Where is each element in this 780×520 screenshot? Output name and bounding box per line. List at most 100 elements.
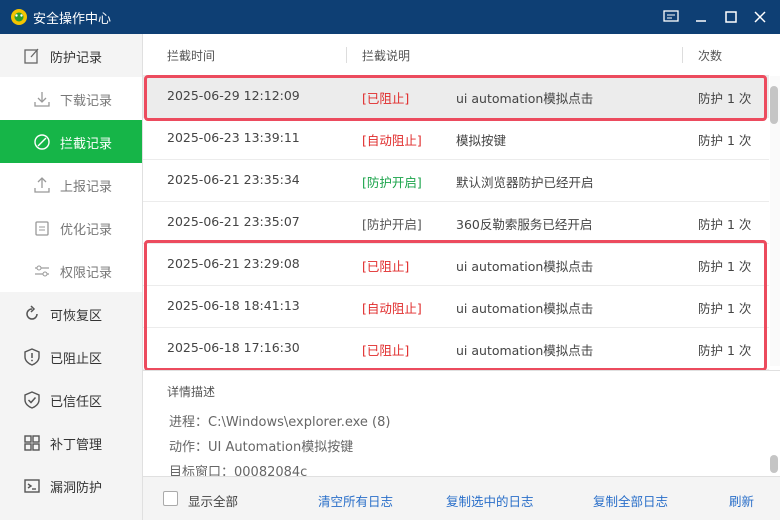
row-desc: ui automation模拟点击 [456, 343, 594, 358]
sidebar-item-label: 拦截记录 [60, 137, 113, 152]
feedback-button[interactable] [660, 6, 682, 28]
footer-bar: 显示全部 清空所有日志 复制选中的日志 复制全部日志 刷新 [143, 476, 780, 520]
clear-all-logs-link[interactable]: 清空所有日志 [318, 491, 393, 510]
row-count: 防护 1 次 [698, 343, 752, 358]
row-desc: 模拟按键 [456, 133, 507, 148]
row-desc: ui automation模拟点击 [456, 91, 594, 106]
column-header-time[interactable]: 拦截时间 [167, 47, 215, 64]
sidebar-item-protection-records[interactable]: 防护记录 [0, 34, 142, 77]
sidebar-item-report-records[interactable]: 上报记录 [0, 163, 142, 206]
row-tag: [已阻止] [362, 259, 410, 274]
row-tag: [已阻止] [362, 343, 410, 358]
row-time: 2025-06-21 23:29:08 [167, 256, 300, 271]
column-header-count[interactable]: 次数 [698, 47, 722, 64]
table-row[interactable]: 2025-06-29 12:12:09 [已阻止] ui automation模… [143, 76, 769, 118]
sidebar-item-label: 已阻止区 [50, 352, 103, 367]
upload-icon [34, 177, 50, 193]
sliders-icon [35, 265, 49, 277]
sidebar-item-label: 可恢复区 [50, 309, 103, 324]
row-count: 防护 1 次 [698, 217, 752, 232]
sidebar-item-label: 漏洞防护 [50, 481, 103, 496]
title-bar: 安全操作中心 [0, 0, 780, 34]
sidebar-item-label: 优化记录 [60, 223, 113, 238]
sidebar-item-label: 下载记录 [60, 94, 113, 109]
row-desc: 360反勒索服务已经开启 [456, 217, 593, 232]
sidebar-item-recoverable-area[interactable]: 可恢复区 [0, 292, 142, 335]
sidebar-item-label: 补丁管理 [50, 438, 103, 453]
detail-title: 详情描述 [167, 385, 216, 399]
detail-process: 进程：C:\Windows\explorer.exe (8) [169, 415, 391, 430]
sidebar-item-permission-records[interactable]: 权限记录 [0, 249, 142, 292]
column-header-desc[interactable]: 拦截说明 [362, 47, 410, 64]
maximize-button[interactable] [720, 6, 742, 28]
sidebar-item-label: 权限记录 [60, 266, 113, 281]
row-count: 防护 1 次 [698, 259, 752, 274]
row-count: 防护 1 次 [698, 133, 752, 148]
restore-icon [26, 305, 38, 320]
table-row[interactable]: 2025-06-21 23:29:08 [已阻止] ui automation模… [143, 244, 769, 286]
close-icon [754, 11, 766, 23]
window-title: 安全操作中心 [33, 12, 112, 27]
grid-icon [24, 435, 40, 451]
row-time: 2025-06-18 18:41:13 [167, 298, 300, 313]
close-button[interactable] [749, 6, 771, 28]
sidebar-item-download-records[interactable]: 下载记录 [0, 77, 142, 120]
row-tag: [自动阻止] [362, 301, 422, 316]
feedback-icon [663, 10, 679, 22]
sidebar-item-label: 防护记录 [50, 51, 103, 66]
row-time: 2025-06-21 23:35:07 [167, 214, 300, 229]
table-row[interactable]: 2025-06-18 17:16:30 [已阻止] ui automation模… [143, 328, 769, 370]
detail-panel: 详情描述 进程：C:\Windows\explorer.exe (8) 动作：U… [143, 370, 780, 476]
clipboard-icon [35, 221, 49, 236]
minimize-button[interactable] [690, 6, 712, 28]
row-time: 2025-06-18 17:16:30 [167, 340, 300, 355]
shield-check-icon [24, 391, 40, 409]
row-desc: ui automation模拟点击 [456, 259, 594, 274]
show-all-checkbox[interactable] [163, 491, 178, 506]
sidebar: 防护记录 下载记录 拦截记录 上报记录 优化记录 权限记录 可恢复区 已阻止区 … [0, 34, 143, 520]
shield-alert-icon [24, 348, 40, 366]
row-count: 防护 1 次 [698, 301, 752, 316]
download-icon [34, 92, 50, 107]
detail-scrollbar-thumb[interactable] [770, 455, 778, 473]
minimize-icon [696, 20, 706, 22]
refresh-link[interactable]: 刷新 [729, 491, 754, 510]
terminal-icon [24, 479, 40, 493]
edit-icon [24, 48, 39, 64]
logo-icon [11, 9, 27, 25]
sidebar-item-vulnerability-protection[interactable]: 漏洞防护 [0, 464, 142, 507]
row-tag: [防护开启] [362, 175, 422, 190]
row-count: 防护 1 次 [698, 91, 752, 106]
sidebar-item-optimize-records[interactable]: 优化记录 [0, 206, 142, 249]
detail-target: 目标窗口：00082084c [169, 465, 308, 476]
copy-all-logs-link[interactable]: 复制全部日志 [593, 491, 668, 510]
sidebar-item-trusted-area[interactable]: 已信任区 [0, 378, 142, 421]
copy-selected-logs-link[interactable]: 复制选中的日志 [446, 491, 534, 510]
table-row[interactable]: 2025-06-21 23:35:07 [防护开启] 360反勒索服务已经开启 … [143, 202, 769, 244]
row-time: 2025-06-21 23:35:34 [167, 172, 300, 187]
sidebar-item-label: 已信任区 [50, 395, 103, 410]
row-desc: ui automation模拟点击 [456, 301, 594, 316]
block-icon [34, 134, 50, 150]
column-divider[interactable] [682, 47, 683, 63]
row-tag: [自动阻止] [362, 133, 422, 148]
sidebar-item-blocked-area[interactable]: 已阻止区 [0, 335, 142, 378]
maximize-icon [725, 11, 737, 23]
detail-action: 动作：UI Automation模拟按键 [169, 440, 354, 455]
table-row[interactable]: 2025-06-23 13:39:11 [自动阻止] 模拟按键 防护 1 次 [143, 118, 769, 160]
row-time: 2025-06-23 13:39:11 [167, 130, 300, 145]
table-row[interactable]: 2025-06-18 18:41:13 [自动阻止] ui automation… [143, 286, 769, 328]
show-all-label[interactable]: 显示全部 [188, 491, 238, 510]
sidebar-item-block-records[interactable]: 拦截记录 [0, 120, 142, 163]
row-tag: [已阻止] [362, 91, 410, 106]
sidebar-item-patch-management[interactable]: 补丁管理 [0, 421, 142, 464]
row-tag: [防护开启] [362, 217, 422, 232]
sidebar-item-label: 上报记录 [60, 180, 113, 195]
table-header: 拦截时间 拦截说明 次数 [143, 34, 769, 76]
table-scrollbar-thumb[interactable] [770, 86, 778, 124]
row-desc: 默认浏览器防护已经开启 [456, 175, 594, 190]
column-divider[interactable] [346, 47, 347, 63]
row-time: 2025-06-29 12:12:09 [167, 88, 300, 103]
table-row[interactable]: 2025-06-21 23:35:34 [防护开启] 默认浏览器防护已经开启 [143, 160, 769, 202]
content-panel: 拦截时间 拦截说明 次数 2025-06-29 12:12:09 [已阻止] u… [143, 34, 780, 520]
